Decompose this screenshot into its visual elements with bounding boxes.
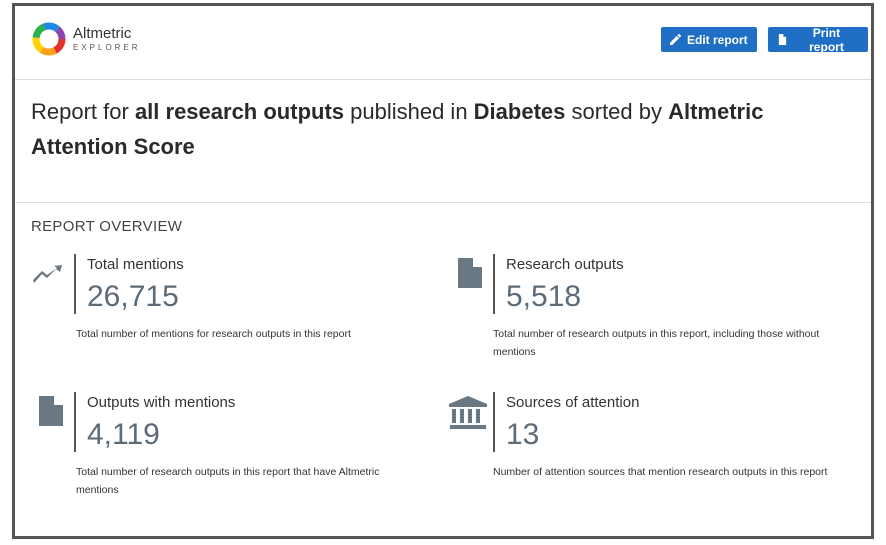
report-title-area: Report for all research outputs publishe… xyxy=(15,80,871,203)
report-window: Altmetric EXPLORER Edit report Print rep… xyxy=(12,3,874,539)
metric-outputs-with-mentions: Outputs with mentions 4,119 Total number… xyxy=(31,392,431,502)
print-report-button[interactable]: Print report xyxy=(768,25,868,54)
metric-label: Outputs with mentions xyxy=(87,394,236,411)
edit-report-button[interactable]: Edit report xyxy=(661,27,757,52)
metric-description: Total number of research outputs in this… xyxy=(493,328,820,358)
report-overview-heading: REPORT OVERVIEW xyxy=(31,218,183,235)
document-icon xyxy=(39,396,63,431)
metric-value: 5,518 xyxy=(506,280,582,313)
edit-report-label: Edit report xyxy=(687,32,748,47)
metric-research-outputs: Research outputs 5,518 Total number of r… xyxy=(455,254,865,364)
logo-subtitle: EXPLORER xyxy=(73,43,141,52)
top-bar: Altmetric EXPLORER Edit report Print rep… xyxy=(15,6,871,80)
altmetric-logo[interactable]: Altmetric EXPLORER xyxy=(31,21,141,57)
metric-value: 26,715 xyxy=(87,280,179,313)
logo-name: Altmetric xyxy=(73,25,132,42)
trend-line-icon xyxy=(33,264,63,291)
pencil-icon xyxy=(670,34,681,45)
report-title: Report for all research outputs publishe… xyxy=(31,99,764,159)
institution-icon xyxy=(449,396,487,435)
metric-label: Research outputs xyxy=(506,256,624,273)
metric-sources-of-attention: Sources of attention 13 Number of attent… xyxy=(449,392,865,502)
metric-value: 4,119 xyxy=(87,418,160,451)
print-report-label: Print report xyxy=(809,25,844,54)
metric-description: Total number of mentions for research ou… xyxy=(76,328,351,340)
document-icon xyxy=(458,258,482,293)
title-outputs: all research outputs xyxy=(134,99,345,124)
metric-description: Number of attention sources that mention… xyxy=(493,466,828,478)
metric-value: 13 xyxy=(506,418,540,451)
document-icon xyxy=(778,34,787,45)
altmetric-donut-icon xyxy=(32,22,66,56)
metric-label: Total mentions xyxy=(87,256,184,273)
metric-total-mentions: Total mentions 26,715 Total number of me… xyxy=(31,254,431,354)
title-subject: Diabetes xyxy=(473,99,566,124)
metric-label: Sources of attention xyxy=(506,394,640,411)
metric-description: Total number of research outputs in this… xyxy=(76,466,380,496)
